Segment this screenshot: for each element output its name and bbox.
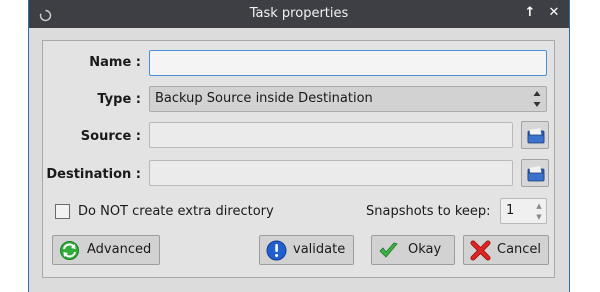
up-down-arrows-icon <box>533 90 541 108</box>
name-label: Name : <box>89 55 141 70</box>
cancel-button[interactable]: Cancel <box>463 235 549 265</box>
snapshots-spinbox[interactable]: 1 ▲ ▼ <box>500 198 547 224</box>
cancel-button-label: Cancel <box>497 242 542 257</box>
red-x-icon <box>470 240 491 261</box>
window-title: Task properties <box>249 6 349 21</box>
okay-button[interactable]: Okay <box>371 235 455 265</box>
advanced-button-label: Advanced <box>87 242 152 257</box>
validate-button-label: validate <box>293 242 346 257</box>
okay-button-label: Okay <box>408 242 442 257</box>
advanced-button[interactable]: Advanced <box>52 235 160 265</box>
task-properties-window: Task properties ↑ ✕ Name : Type : Backup… <box>28 0 570 292</box>
form-panel: Name : Type : Backup Source inside Desti… <box>42 40 555 278</box>
destination-browse-button[interactable] <box>521 159 549 187</box>
spin-down-arrow-icon[interactable]: ▼ <box>534 212 544 222</box>
close-button[interactable]: ✕ <box>546 5 562 21</box>
green-arrows-icon <box>59 240 80 261</box>
snapshots-label: Snapshots to keep: <box>366 204 491 219</box>
maximize-button[interactable]: ↑ <box>522 5 538 21</box>
type-select-value: Backup Source inside Destination <box>155 91 373 106</box>
destination-label: Destination : <box>46 167 141 182</box>
snapshots-value: 1 <box>506 203 515 218</box>
type-label: Type : <box>97 92 141 107</box>
destination-input[interactable] <box>149 160 513 186</box>
info-icon <box>266 240 287 261</box>
extra-directory-checkbox[interactable] <box>55 204 70 219</box>
extra-directory-label: Do NOT create extra directory <box>78 204 274 219</box>
validate-button[interactable]: validate <box>259 235 354 265</box>
type-select[interactable]: Backup Source inside Destination <box>149 86 547 112</box>
green-check-icon <box>378 240 399 261</box>
name-input[interactable] <box>149 50 547 76</box>
folder-browse-icon <box>527 128 545 144</box>
source-input[interactable] <box>149 122 513 148</box>
spin-up-arrow-icon[interactable]: ▲ <box>534 201 544 211</box>
title-bar: Task properties ↑ ✕ <box>29 0 569 28</box>
folder-browse-icon <box>527 166 545 182</box>
source-label: Source : <box>80 129 141 144</box>
source-browse-button[interactable] <box>521 121 549 149</box>
